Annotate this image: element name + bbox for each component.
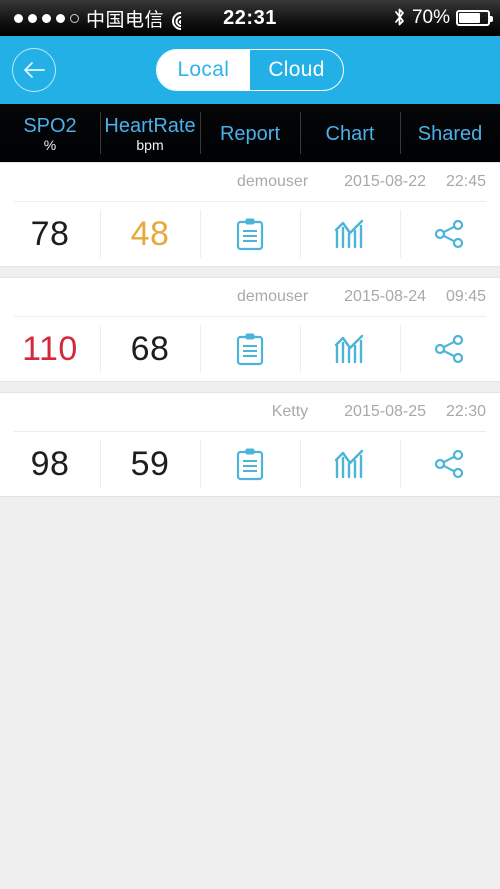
record-share-cell[interactable] <box>400 432 500 496</box>
column-header-heartrate[interactable]: HeartRate bpm <box>100 104 200 162</box>
record-meta: demouser 2015-08-24 09:45 <box>0 278 500 316</box>
record-spo2-value: 78 <box>30 214 70 253</box>
bar-chart-icon[interactable] <box>333 333 367 365</box>
back-button[interactable] <box>12 48 56 92</box>
battery-icon <box>456 10 493 26</box>
column-header-shared-title: Shared <box>417 123 483 145</box>
column-header-heartrate-unit: bpm <box>136 137 164 153</box>
record-chart-cell[interactable] <box>300 432 400 496</box>
column-header-bar: SPO2 % HeartRate bpm Report Chart Shared <box>0 104 500 162</box>
record-username: Ketty <box>271 403 309 420</box>
bar-chart-icon[interactable] <box>333 448 367 480</box>
record-spo2-cell: 78 <box>0 202 100 266</box>
record-spo2-cell: 98 <box>0 432 100 496</box>
column-header-heartrate-title: HeartRate <box>104 115 196 137</box>
record-spo2-value: 110 <box>22 329 78 368</box>
record-date: 2015-08-22 <box>344 173 426 190</box>
nav-bar: Local Cloud <box>0 36 500 104</box>
record-chart-cell[interactable] <box>300 317 400 381</box>
record-list: demouser 2015-08-22 22:45 78 48 demouser… <box>0 162 500 497</box>
record-heartrate-value: 48 <box>130 214 170 253</box>
record-heartrate-cell: 48 <box>100 202 200 266</box>
bar-chart-icon[interactable] <box>333 218 367 250</box>
segment-local[interactable]: Local <box>157 50 250 90</box>
table-row[interactable]: demouser 2015-08-24 09:45 110 68 <box>0 277 500 382</box>
share-icon[interactable] <box>434 449 466 479</box>
record-values: 78 48 <box>0 202 500 266</box>
record-heartrate-value: 68 <box>130 329 170 368</box>
record-username: demouser <box>237 173 309 190</box>
record-meta: demouser 2015-08-22 22:45 <box>0 163 500 201</box>
clipboard-icon[interactable] <box>235 217 265 251</box>
record-values: 98 59 <box>0 432 500 496</box>
share-icon[interactable] <box>434 334 466 364</box>
record-date: 2015-08-24 <box>344 288 426 305</box>
record-time: 22:30 <box>445 403 486 420</box>
table-row[interactable]: demouser 2015-08-22 22:45 78 48 <box>0 162 500 267</box>
column-header-report-title: Report <box>219 123 281 145</box>
phone-screen: 中国电信 22:31 70% Local Cloud SPO2 % HeartR… <box>0 0 500 889</box>
column-header-report[interactable]: Report <box>200 104 300 162</box>
status-bar-clock: 22:31 <box>223 6 277 29</box>
record-spo2-value: 98 <box>30 444 70 483</box>
column-header-chart[interactable]: Chart <box>300 104 400 162</box>
clipboard-icon[interactable] <box>235 447 265 481</box>
record-date: 2015-08-25 <box>344 403 426 420</box>
record-time: 09:45 <box>445 288 486 305</box>
source-segmented-control[interactable]: Local Cloud <box>156 49 344 91</box>
record-username: demouser <box>237 288 309 305</box>
column-header-spo2-unit: % <box>43 137 57 153</box>
record-heartrate-cell: 59 <box>100 432 200 496</box>
segment-cloud[interactable]: Cloud <box>249 50 342 90</box>
column-header-shared[interactable]: Shared <box>400 104 500 162</box>
record-report-cell[interactable] <box>200 432 300 496</box>
record-time: 22:45 <box>445 173 486 190</box>
column-header-chart-title: Chart <box>325 123 375 145</box>
status-bar: 中国电信 22:31 70% <box>0 0 500 36</box>
back-arrow-icon <box>22 61 46 79</box>
record-meta: Ketty 2015-08-25 22:30 <box>0 393 500 431</box>
record-spo2-cell: 110 <box>0 317 100 381</box>
record-values: 110 68 <box>0 317 500 381</box>
record-share-cell[interactable] <box>400 202 500 266</box>
clipboard-icon[interactable] <box>235 332 265 366</box>
record-chart-cell[interactable] <box>300 202 400 266</box>
share-icon[interactable] <box>434 219 466 249</box>
record-report-cell[interactable] <box>200 202 300 266</box>
column-header-spo2[interactable]: SPO2 % <box>0 104 100 162</box>
record-share-cell[interactable] <box>400 317 500 381</box>
table-row[interactable]: Ketty 2015-08-25 22:30 98 59 <box>0 392 500 497</box>
record-heartrate-value: 59 <box>130 444 170 483</box>
record-report-cell[interactable] <box>200 317 300 381</box>
record-heartrate-cell: 68 <box>100 317 200 381</box>
column-header-spo2-title: SPO2 <box>23 115 77 137</box>
